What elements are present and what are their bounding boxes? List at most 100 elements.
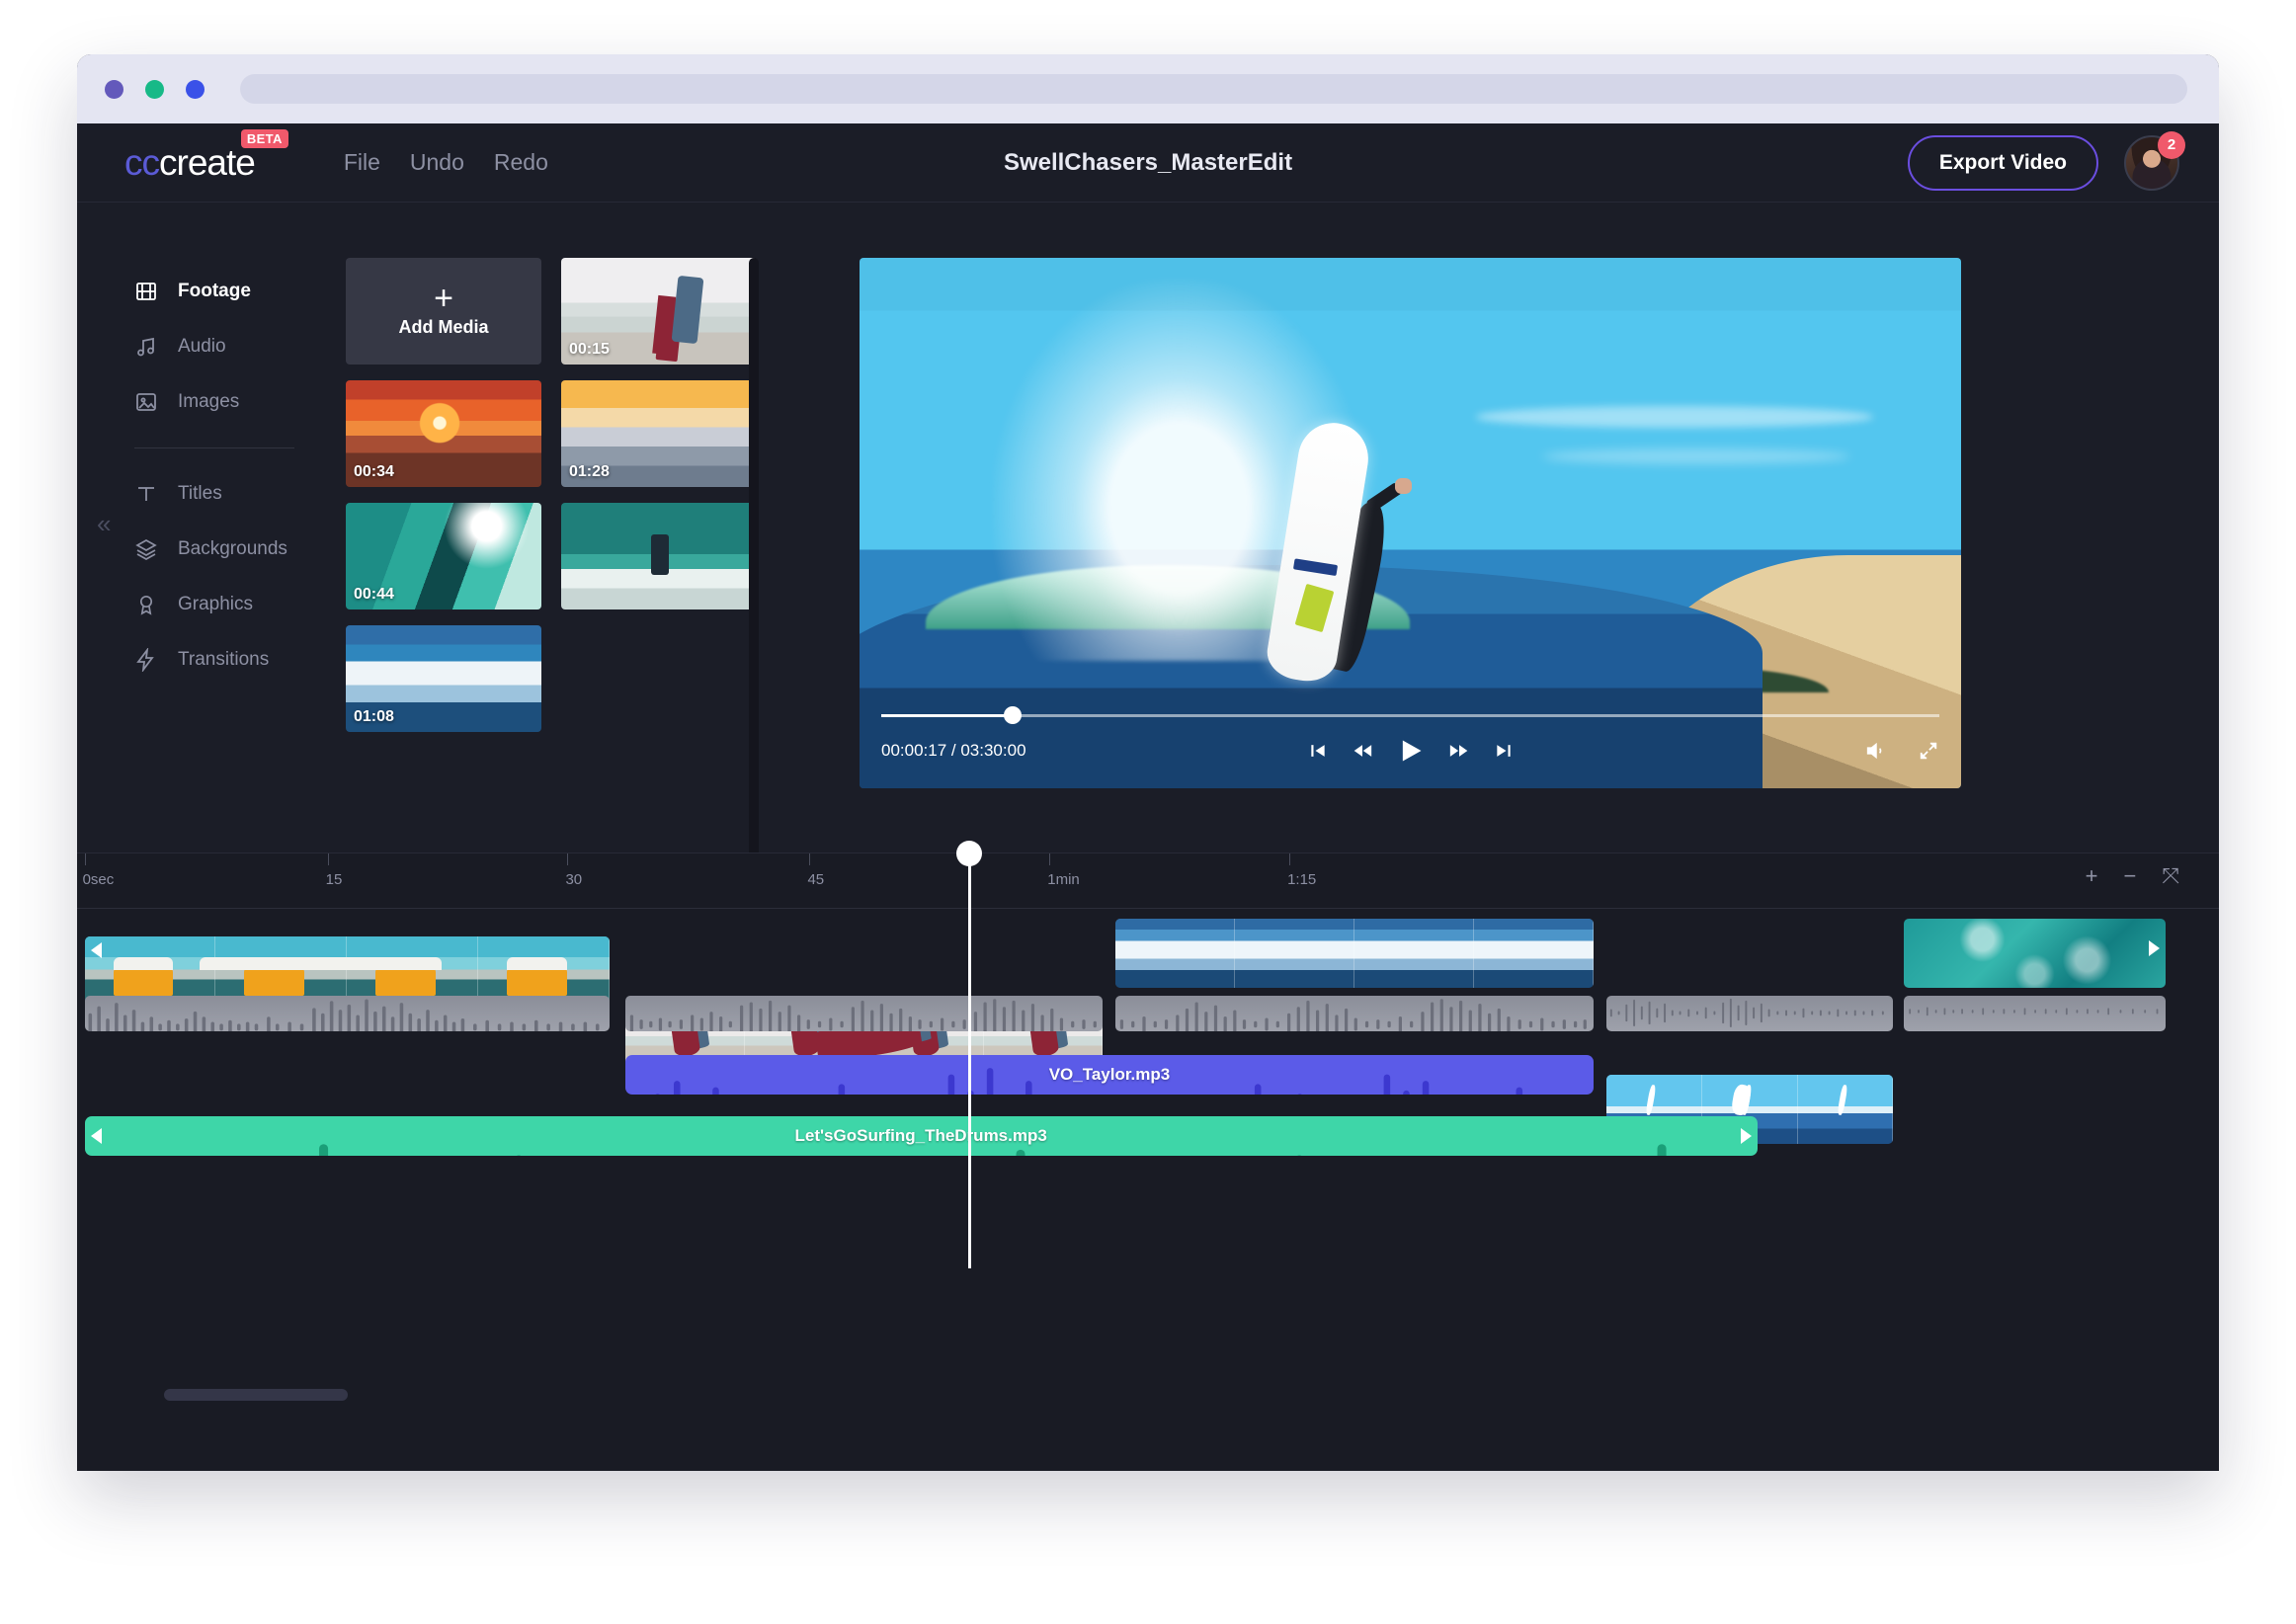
- sidebar-label-transitions: Transitions: [178, 649, 270, 670]
- audio-trim-handle-right[interactable]: [1740, 1128, 1752, 1144]
- volume-icon[interactable]: [1864, 740, 1886, 762]
- preview-progress-bar[interactable]: [881, 706, 1939, 724]
- clip-blue-wave[interactable]: [1115, 919, 1594, 988]
- preview-controls: 00:00:17 / 03:30:00: [860, 729, 1961, 772]
- timeline-zoom-tools: + − ⤧: [2086, 865, 2179, 887]
- text-icon: [134, 482, 158, 506]
- header-actions: Export Video 2: [1907, 130, 2185, 191]
- sidebar-label-images: Images: [178, 391, 240, 412]
- ruler-tick: [327, 853, 329, 865]
- clip-waveform-1: [84, 996, 610, 1031]
- media-duration: 01:08: [354, 708, 394, 725]
- media-thumb-dawn[interactable]: 01:28: [561, 380, 757, 487]
- preview-right-controls: [1864, 740, 1939, 762]
- clip-waveform-5: [1904, 996, 2166, 1031]
- clip-trim-handle-left[interactable]: [90, 942, 102, 958]
- ruler-tick: [1049, 853, 1051, 865]
- rewind-icon[interactable]: [1352, 741, 1373, 761]
- cloud-wisp: [1476, 406, 1873, 428]
- ruler-label-45: 45: [807, 871, 825, 888]
- ruler-label-30: 30: [565, 871, 583, 888]
- clip-waveform-3: [1115, 996, 1594, 1031]
- media-panel: + Add Media 00:15 00:34 01:28 00:44 01:0…: [265, 203, 788, 880]
- sidebar-item-audio[interactable]: Audio: [134, 319, 265, 374]
- ruler-label-0: 0sec: [82, 871, 115, 888]
- audio-clip-label: VO_Taylor.mp3: [1048, 1065, 1171, 1084]
- main-menu: File Undo Redo: [344, 149, 548, 176]
- clip-trim-handle-right[interactable]: [2148, 940, 2160, 956]
- logo-prefix: cc: [124, 141, 160, 183]
- timeline-ruler[interactable]: 0sec 15 30 45 1min 1:15 + − ⤧: [77, 853, 2219, 909]
- media-duration: 01:28: [569, 463, 610, 480]
- fast-forward-icon[interactable]: [1448, 741, 1470, 761]
- media-thumb-surfer-walk[interactable]: 00:15: [561, 258, 757, 365]
- video-preview[interactable]: 00:00:17 / 03:30:00: [860, 258, 1961, 788]
- sidebar-item-footage[interactable]: Footage: [134, 264, 265, 319]
- media-panel-scrollbar[interactable]: [749, 258, 759, 880]
- sidebar-item-backgrounds[interactable]: Backgrounds: [134, 522, 287, 577]
- media-thumb-blue-wave[interactable]: 01:08: [346, 625, 541, 732]
- work-area: « Footage Audio Images Titles Background…: [77, 203, 2219, 880]
- beta-badge: BETA: [240, 128, 288, 148]
- fullscreen-icon[interactable]: [1918, 740, 1939, 762]
- window-close-dot[interactable]: [105, 79, 123, 99]
- cloud-wisp-2: [1542, 448, 1851, 465]
- media-thumb-teal-wave[interactable]: [561, 503, 757, 609]
- browser-chrome-bar: [77, 54, 2219, 123]
- user-avatar-wrapper[interactable]: 2: [2124, 130, 2185, 191]
- export-video-button[interactable]: Export Video: [1907, 134, 2098, 191]
- audio-clip-voiceover[interactable]: VO_Taylor.mp3: [625, 1055, 1594, 1095]
- preview-progress-handle[interactable]: [1003, 706, 1022, 724]
- media-thumb-barrel[interactable]: 00:44: [346, 503, 541, 609]
- timecode-display: 00:00:17 / 03:30:00: [881, 741, 1026, 760]
- playhead-handle[interactable]: [956, 841, 983, 866]
- clip-foam[interactable]: [1904, 919, 2166, 988]
- filmstrip: [1115, 919, 1594, 988]
- sidebar-item-images[interactable]: Images: [134, 374, 265, 430]
- menu-undo[interactable]: Undo: [410, 149, 464, 176]
- ruler-label-1min: 1min: [1047, 871, 1080, 888]
- timeline-horizontal-scrollbar[interactable]: [164, 1389, 348, 1401]
- collapse-panel-chevron-icon[interactable]: «: [97, 509, 112, 539]
- sidebar-label-graphics: Graphics: [178, 594, 254, 614]
- lightning-icon: [134, 648, 158, 672]
- media-duration: 00:34: [354, 463, 394, 480]
- fit-to-timeline-button[interactable]: ⤧: [2162, 865, 2179, 887]
- ruler-tick: [84, 853, 86, 865]
- media-thumb-sunset[interactable]: 00:34: [346, 380, 541, 487]
- audio-clip-label: Let'sGoSurfing_TheDrums.mp3: [794, 1126, 1047, 1145]
- app-logo[interactable]: cccreate BETA: [124, 128, 288, 184]
- menu-redo[interactable]: Redo: [494, 149, 548, 176]
- layers-icon: [134, 537, 158, 561]
- clip-waveform-2: [625, 996, 1104, 1031]
- media-duration: 00:44: [354, 586, 394, 603]
- timeline-tracks: VO_Taylor.mp3 Let'sGoSurfing_TheDrums.mp…: [77, 841, 2219, 1422]
- zoom-out-button[interactable]: −: [2124, 865, 2137, 887]
- sidebar-label-footage: Footage: [178, 281, 251, 301]
- window-maximize-dot[interactable]: [186, 79, 205, 99]
- menu-file[interactable]: File: [344, 149, 380, 176]
- notification-badge: 2: [2158, 130, 2185, 159]
- media-grid: + Add Media 00:15 00:34 01:28 00:44 01:0…: [346, 258, 788, 732]
- zoom-in-button[interactable]: +: [2086, 865, 2098, 887]
- ruler-label-115: 1:15: [1287, 871, 1317, 888]
- clip-waveform-4: [1605, 996, 1894, 1031]
- window-minimize-dot[interactable]: [145, 79, 164, 99]
- skip-to-end-icon[interactable]: [1494, 741, 1514, 761]
- audio-clip-music[interactable]: Let'sGoSurfing_TheDrums.mp3: [84, 1116, 1758, 1156]
- timeline-playhead[interactable]: [956, 841, 983, 1268]
- add-media-button[interactable]: + Add Media: [346, 258, 541, 365]
- skip-to-start-icon[interactable]: [1308, 741, 1328, 761]
- sidebar-item-titles[interactable]: Titles: [134, 466, 265, 522]
- surfer-hand: [1394, 477, 1412, 494]
- play-icon[interactable]: [1397, 736, 1425, 766]
- browser-url-bar[interactable]: [240, 74, 2187, 104]
- sidebar-label-titles: Titles: [178, 483, 222, 504]
- sidebar-item-graphics[interactable]: Graphics: [134, 577, 265, 632]
- browser-window: cccreate BETA File Undo Redo SwellChaser…: [77, 54, 2219, 1471]
- sidebar-item-transitions[interactable]: Transitions: [134, 632, 269, 688]
- media-duration: 00:15: [569, 341, 610, 358]
- preview-wrapper: 00:00:17 / 03:30:00: [788, 203, 2219, 853]
- audio-trim-handle-left[interactable]: [90, 1128, 102, 1144]
- logo-suffix: create: [159, 141, 256, 183]
